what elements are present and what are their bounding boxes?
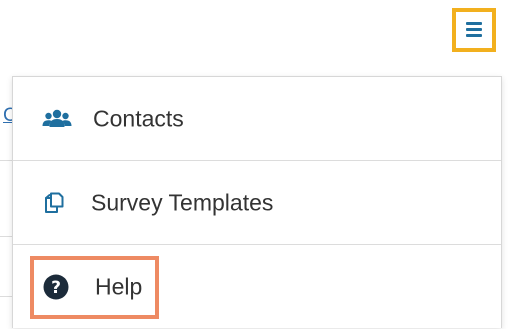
menu-item-label: Contacts [93,105,184,131]
menu-item-label: Help [95,273,143,300]
menu-item-help[interactable]: ? Help [13,245,501,329]
menu-item-contacts[interactable]: Contacts [13,77,501,161]
copy-icon [45,192,64,213]
users-icon [42,109,72,127]
dropdown-menu: Contacts Survey Templates ? Help [12,76,502,328]
menu-item-label: Survey Templates [91,189,274,215]
svg-text:?: ? [51,278,61,298]
question-circle-icon: ? [43,274,69,300]
menu-toggle-button[interactable] [452,8,496,52]
menu-item-survey-templates[interactable]: Survey Templates [13,161,501,245]
